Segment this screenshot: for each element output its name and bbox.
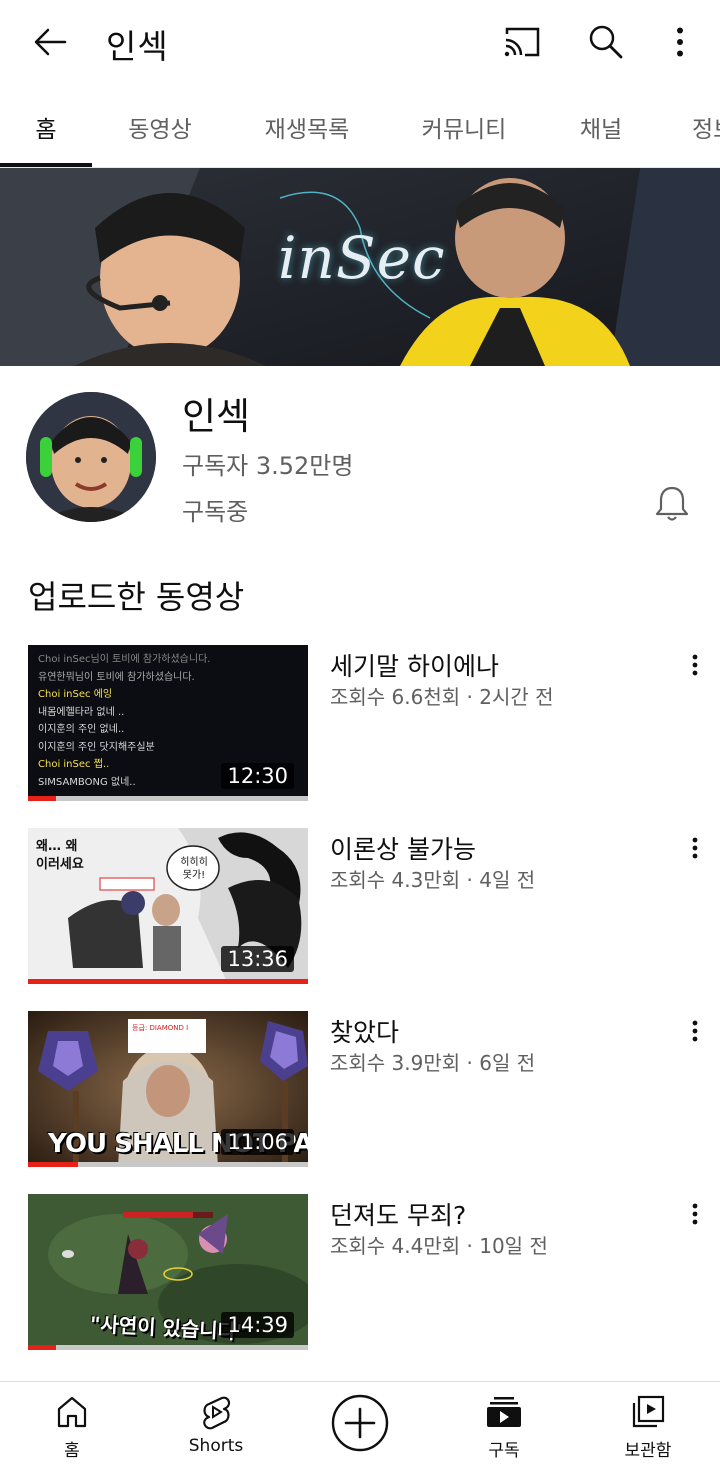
nav-shorts[interactable]: Shorts <box>156 1382 276 1464</box>
more-options-button[interactable] <box>658 20 702 64</box>
nav-library[interactable]: 보관함 <box>588 1382 708 1464</box>
tab-videos[interactable]: 동영상 <box>108 86 212 167</box>
home-icon <box>52 1392 92 1432</box>
watch-progress-bar <box>28 796 56 801</box>
video-item[interactable]: "사연이 있습니다" 14:39 던져도 무죄? 조회수 4.4만회 · 10일… <box>0 1194 720 1350</box>
search-icon <box>589 25 623 59</box>
avatar-image <box>26 392 156 522</box>
video-item[interactable]: Choi inSec님이 토비에 참가하셨습니다. 유연한뭐님이 토비에 참가하… <box>0 645 720 801</box>
watch-progress-bar <box>28 979 308 984</box>
bell-icon <box>655 486 689 521</box>
app-bar: 인섹 <box>0 0 720 86</box>
video-thumbnail[interactable]: "사연이 있습니다" 14:39 <box>28 1194 308 1350</box>
subscriber-count: 구독자 3.52만명 <box>182 452 354 480</box>
video-more-button[interactable] <box>680 1013 710 1049</box>
more-vert-icon <box>692 1020 698 1042</box>
shorts-icon <box>196 1392 236 1432</box>
page-title: 인섹 <box>106 27 169 66</box>
nav-home[interactable]: 홈 <box>12 1382 132 1464</box>
create-button[interactable] <box>331 1394 389 1452</box>
nav-label: 홈 <box>64 1441 80 1461</box>
watch-progress-bar <box>28 1162 78 1167</box>
channel-tabs: 홈 동영상 재생목록 커뮤니티 채널 정보 <box>0 86 720 168</box>
video-meta: 조회수 6.6천회 · 2시간 전 <box>330 685 554 709</box>
bottom-navigation: 홈 Shorts 구독 보관함 <box>0 1381 720 1464</box>
subscribed-button[interactable]: 구독중 <box>182 492 248 527</box>
video-meta: 조회수 4.3만회 · 4일 전 <box>330 868 536 892</box>
watch-progress-track <box>28 796 308 801</box>
tab-about[interactable]: 정보 <box>692 86 720 167</box>
tab-playlists[interactable]: 재생목록 <box>254 86 360 167</box>
active-tab-indicator <box>0 163 92 167</box>
nav-subscriptions[interactable]: 구독 <box>444 1382 564 1464</box>
thumbnail-chat-log: Choi inSec님이 토비에 참가하셨습니다. 유연한뭐님이 토비에 참가하… <box>38 654 211 788</box>
tab-channels[interactable]: 채널 <box>566 86 636 167</box>
video-duration: 13:36 <box>221 946 294 972</box>
video-thumbnail[interactable]: Choi inSec님이 토비에 참가하셨습니다. 유연한뭐님이 토비에 참가하… <box>28 645 308 801</box>
create-icon <box>331 1394 389 1452</box>
uploads-section-title: 업로드한 동영상 <box>28 578 245 616</box>
channel-banner: inSec <box>0 168 720 366</box>
channel-name: 인섹 <box>182 395 251 438</box>
avatar[interactable] <box>26 392 156 522</box>
banner-logo-text: inSec <box>278 224 446 292</box>
back-button[interactable] <box>28 22 72 62</box>
cast-icon <box>504 27 540 57</box>
nav-label: Shorts <box>188 1436 244 1456</box>
video-duration: 14:39 <box>221 1312 294 1338</box>
more-vert-icon <box>692 654 698 676</box>
video-meta: 조회수 4.4만회 · 10일 전 <box>330 1234 548 1258</box>
video-title[interactable]: 이론상 불가능 <box>330 830 476 866</box>
notification-bell-button[interactable] <box>650 482 694 526</box>
more-vert-icon <box>692 1203 698 1225</box>
video-title[interactable]: 던져도 무죄? <box>330 1196 466 1232</box>
tab-community[interactable]: 커뮤니티 <box>408 86 520 167</box>
video-meta: 조회수 3.9만회 · 6일 전 <box>330 1051 536 1075</box>
library-icon <box>628 1392 668 1432</box>
video-thumbnail[interactable]: 등급: DIAMOND I YOU SHALL NOT PASS 11:06 <box>28 1011 308 1167</box>
subscriptions-icon <box>484 1392 524 1432</box>
channel-header: 인섹 구독자 3.52만명 구독중 <box>0 366 720 556</box>
more-vert-icon <box>692 837 698 859</box>
video-more-button[interactable] <box>680 830 710 866</box>
video-title[interactable]: 세기말 하이에나 <box>330 647 499 683</box>
nav-label: 보관함 <box>624 1441 672 1461</box>
video-item[interactable]: 왜… 왜 이러세요 히히히 못가! 13:36 이론상 불가능 조회수 4.3만… <box>0 828 720 984</box>
back-arrow-icon <box>34 28 67 56</box>
video-item[interactable]: 등급: DIAMOND I YOU SHALL NOT PASS 11:06 찾… <box>0 1011 720 1167</box>
video-duration: 11:06 <box>221 1129 294 1155</box>
thumbnail-rank-label: 등급: DIAMOND I <box>132 1024 189 1032</box>
search-button[interactable] <box>584 20 628 64</box>
watch-progress-track <box>28 1345 308 1350</box>
tab-home[interactable]: 홈 <box>0 86 92 167</box>
nav-label: 구독 <box>488 1441 520 1461</box>
more-vert-icon <box>677 27 683 57</box>
thumbnail-caption: 왜… 왜 이러세요 <box>36 839 84 872</box>
video-duration: 12:30 <box>221 763 294 789</box>
thumbnail-speech-bubble: 히히히 못가! <box>180 857 208 881</box>
watch-progress-bar <box>28 1345 56 1350</box>
video-more-button[interactable] <box>680 1196 710 1232</box>
cast-button[interactable] <box>500 20 544 64</box>
video-more-button[interactable] <box>680 647 710 683</box>
video-thumbnail[interactable]: 왜… 왜 이러세요 히히히 못가! 13:36 <box>28 828 308 984</box>
video-title[interactable]: 찾았다 <box>330 1013 399 1049</box>
